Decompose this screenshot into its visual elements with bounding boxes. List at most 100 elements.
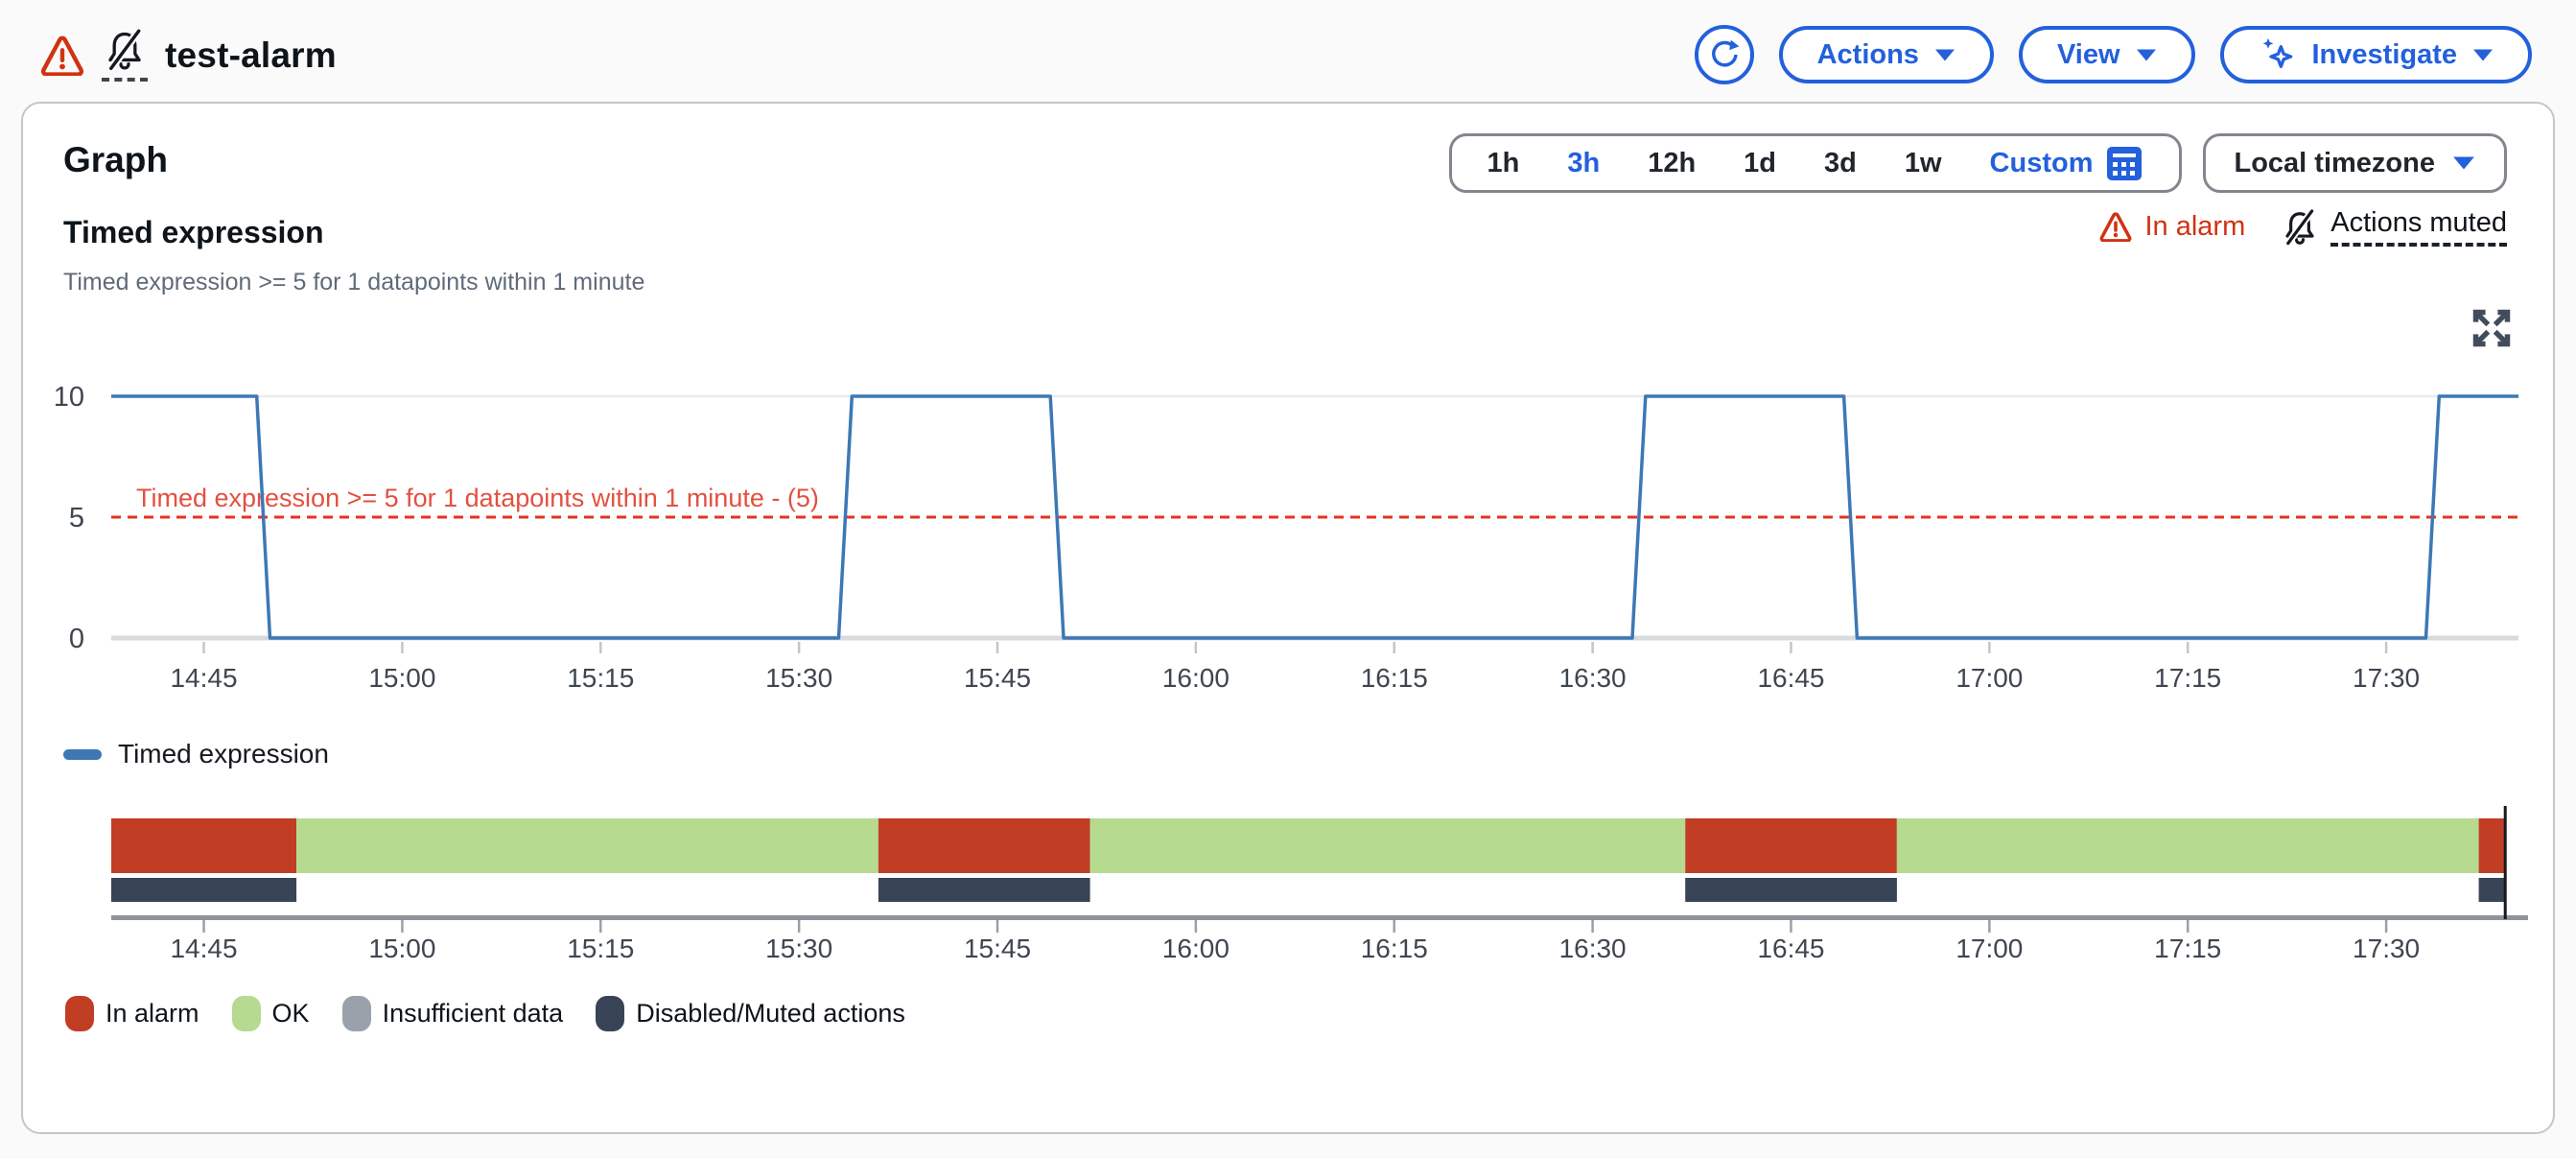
state-legend-swatch: [596, 996, 624, 1031]
x-tick-label: 16:45: [1757, 934, 1824, 963]
metric-line-chart[interactable]: 14:4515:0015:1515:3015:4516:0016:1516:30…: [23, 351, 2557, 727]
muted-actions-segment: [1685, 878, 1897, 902]
muted-actions-segment: [111, 878, 296, 902]
actions-muted-bell-icon[interactable]: [102, 29, 148, 82]
actions-muted-bell-icon: [2282, 209, 2318, 246]
state-legend-item: OK: [232, 996, 310, 1031]
x-tick-label: 15:45: [964, 663, 1031, 693]
x-tick-label: 16:45: [1757, 663, 1824, 693]
x-tick-label: 14:45: [170, 934, 237, 963]
state-segment[interactable]: [111, 818, 296, 873]
x-tick-label: 17:15: [2154, 663, 2221, 693]
graph-panel: Graph 1h3h12h1d3d1w Custom Local timezone…: [21, 102, 2555, 1134]
actions-button-label: Actions: [1817, 39, 1919, 71]
x-tick-label: 16:15: [1361, 934, 1428, 963]
state-segment[interactable]: [878, 818, 1090, 873]
in-alarm-badge: In alarm: [2099, 211, 2245, 243]
sparkle-icon: [2259, 35, 2297, 74]
state-legend-swatch: [65, 996, 94, 1031]
alarm-warning-icon: [2099, 212, 2132, 242]
x-tick-label: 15:45: [964, 934, 1031, 963]
alarm-state-badges: In alarm Actions muted: [2099, 207, 2507, 247]
time-range-1h[interactable]: 1h: [1464, 148, 1544, 179]
series-legend-marker: [63, 749, 102, 760]
state-segment[interactable]: [296, 818, 878, 873]
time-range-selector: 1h3h12h1d3d1w Custom: [1449, 133, 2182, 193]
x-tick-label: 15:00: [368, 663, 435, 693]
y-tick-label: 5: [69, 503, 84, 533]
state-legend-item: Insufficient data: [342, 996, 564, 1031]
series-legend[interactable]: Timed expression: [63, 739, 329, 769]
muted-actions-segment: [2479, 878, 2506, 902]
chevron-down-icon: [2136, 48, 2157, 62]
expand-chart-icon[interactable]: [2471, 307, 2513, 349]
state-segment[interactable]: [1685, 818, 1897, 873]
state-legend-label: OK: [272, 999, 310, 1029]
x-tick-label: 16:30: [1559, 934, 1627, 963]
x-tick-label: 17:00: [1955, 663, 2023, 693]
state-legend-label: In alarm: [105, 999, 199, 1029]
x-tick-label: 15:15: [567, 663, 634, 693]
investigate-button[interactable]: Investigate: [2220, 26, 2533, 83]
x-tick-label: 17:30: [2353, 663, 2420, 693]
x-tick-label: 15:30: [765, 934, 832, 963]
state-legend: In alarm OK Insufficient data Disabled/Mute…: [65, 996, 905, 1031]
x-tick-label: 15:00: [368, 934, 435, 963]
time-range-custom[interactable]: Custom: [1966, 144, 2167, 182]
x-tick-label: 14:45: [170, 663, 237, 693]
series-legend-label: Timed expression: [118, 739, 329, 769]
time-range-1w[interactable]: 1w: [1881, 148, 1966, 179]
alarm-title-group: test-alarm: [40, 29, 337, 82]
timezone-label: Local timezone: [2235, 148, 2436, 179]
state-legend-label: Disabled/Muted actions: [636, 999, 905, 1029]
actions-button[interactable]: Actions: [1779, 26, 1994, 83]
timezone-dropdown[interactable]: Local timezone: [2203, 133, 2508, 193]
x-tick-label: 16:00: [1162, 934, 1229, 963]
state-legend-swatch: [232, 996, 261, 1031]
x-tick-label: 16:30: [1559, 663, 1627, 693]
page-header: test-alarm Actions View: [0, 0, 2576, 102]
x-tick-label: 17:30: [2353, 934, 2420, 963]
timeline-axis: [111, 915, 2528, 920]
alarm-state-timeline[interactable]: 14:45 15:00 15:15 15:30 15:45 16:00 16:15 16:30…: [23, 804, 2557, 988]
calendar-icon: [2105, 144, 2143, 182]
view-button[interactable]: View: [2019, 26, 2195, 83]
view-button-label: View: [2057, 39, 2120, 71]
state-legend-item: Disabled/Muted actions: [596, 996, 905, 1031]
refresh-button[interactable]: [1695, 25, 1754, 84]
state-segment[interactable]: [1090, 818, 1686, 873]
state-legend-swatch: [342, 996, 371, 1031]
alarm-threshold-label: Timed expression >= 5 for 1 datapoints w…: [136, 484, 819, 512]
x-tick-label: 16:00: [1162, 663, 1229, 693]
page-title: test-alarm: [165, 35, 337, 76]
custom-range-label: Custom: [1990, 148, 2094, 179]
state-legend-label: Insufficient data: [383, 999, 564, 1029]
state-legend-item: In alarm: [65, 996, 199, 1031]
state-segment[interactable]: [1897, 818, 2479, 873]
x-tick-label: 17:15: [2154, 934, 2221, 963]
actions-muted-badge-label: Actions muted: [2330, 207, 2507, 247]
alarm-warning-icon: [40, 35, 84, 76]
time-range-bar: 1h3h12h1d3d1w Custom Local timezone: [1449, 133, 2508, 193]
x-tick-label: 17:00: [1955, 934, 2023, 963]
y-tick-label: 10: [54, 382, 84, 413]
investigate-button-label: Investigate: [2312, 39, 2458, 71]
in-alarm-badge-label: In alarm: [2144, 211, 2245, 243]
metric-subtitle: Timed expression >= 5 for 1 datapoints w…: [63, 269, 644, 296]
refresh-icon: [1707, 37, 1742, 72]
chevron-down-icon: [2472, 48, 2494, 62]
metric-title: Timed expression: [63, 215, 324, 250]
state-segment[interactable]: [2479, 818, 2506, 873]
header-actions: Actions View Investigate: [1695, 25, 2532, 84]
x-tick-label: 15:15: [567, 934, 634, 963]
chevron-down-icon: [2452, 155, 2475, 171]
actions-muted-badge[interactable]: Actions muted: [2282, 207, 2507, 247]
y-tick-label: 0: [69, 624, 84, 654]
time-range-3h[interactable]: 3h: [1543, 148, 1624, 179]
time-range-12h[interactable]: 12h: [1624, 148, 1720, 179]
chevron-down-icon: [1934, 48, 1955, 62]
time-range-3d[interactable]: 3d: [1800, 148, 1881, 179]
muted-actions-segment: [878, 878, 1090, 902]
panel-title: Graph: [63, 140, 168, 180]
time-range-1d[interactable]: 1d: [1720, 148, 1800, 179]
